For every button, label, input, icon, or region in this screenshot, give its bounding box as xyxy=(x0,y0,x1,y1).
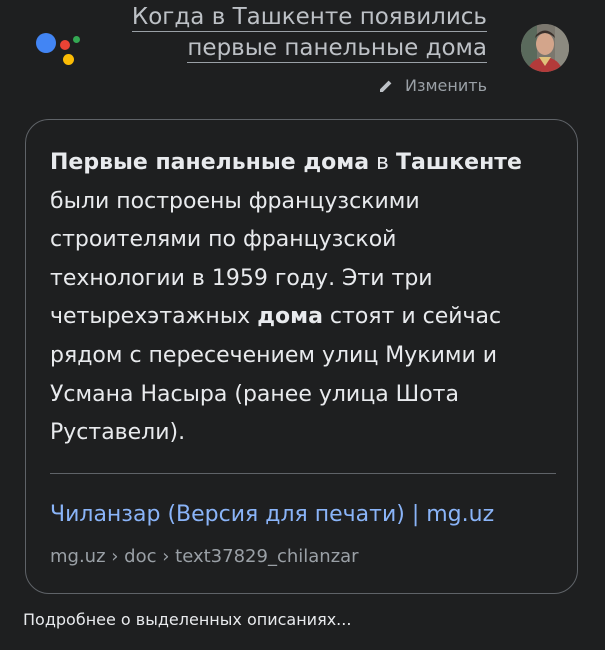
card-divider xyxy=(50,473,556,474)
answer-segment: в xyxy=(369,150,397,175)
assistant-dot-red xyxy=(60,40,70,50)
user-avatar[interactable] xyxy=(521,24,569,72)
query-line-1: Когда в Ташкенте появились xyxy=(131,4,487,32)
featured-snippets-info-link[interactable]: Подробнее о выделенных описаниях... xyxy=(23,608,351,632)
edit-query-button[interactable]: Изменить xyxy=(379,76,487,95)
answer-segment: дома xyxy=(257,304,323,330)
assistant-dot-yellow xyxy=(63,54,74,65)
query-line-2: первые панельные дома xyxy=(187,35,487,63)
assistant-dot-green xyxy=(73,36,80,43)
user-query[interactable]: Когда в Ташкенте появились первые панель… xyxy=(131,2,487,64)
avatar-photo-icon xyxy=(521,24,569,72)
google-assistant-logo-icon xyxy=(36,30,84,70)
featured-snippet-card: Первые панельные дома в Ташкенте были по… xyxy=(25,119,578,594)
pencil-icon xyxy=(380,80,392,92)
edit-label: Изменить xyxy=(405,76,487,95)
source-link[interactable]: Чиланзар (Версия для печати) | mg.uz xyxy=(50,500,494,530)
answer-text: Первые панельные дома в Ташкенте были по… xyxy=(50,144,530,453)
answer-segment: Ташкенте xyxy=(396,150,522,175)
source-breadcrumb: mg.uz › doc › text37829_chilanzar xyxy=(50,546,359,567)
answer-segment: Первые панельные дома xyxy=(50,150,370,175)
assistant-dot-blue xyxy=(36,33,56,53)
